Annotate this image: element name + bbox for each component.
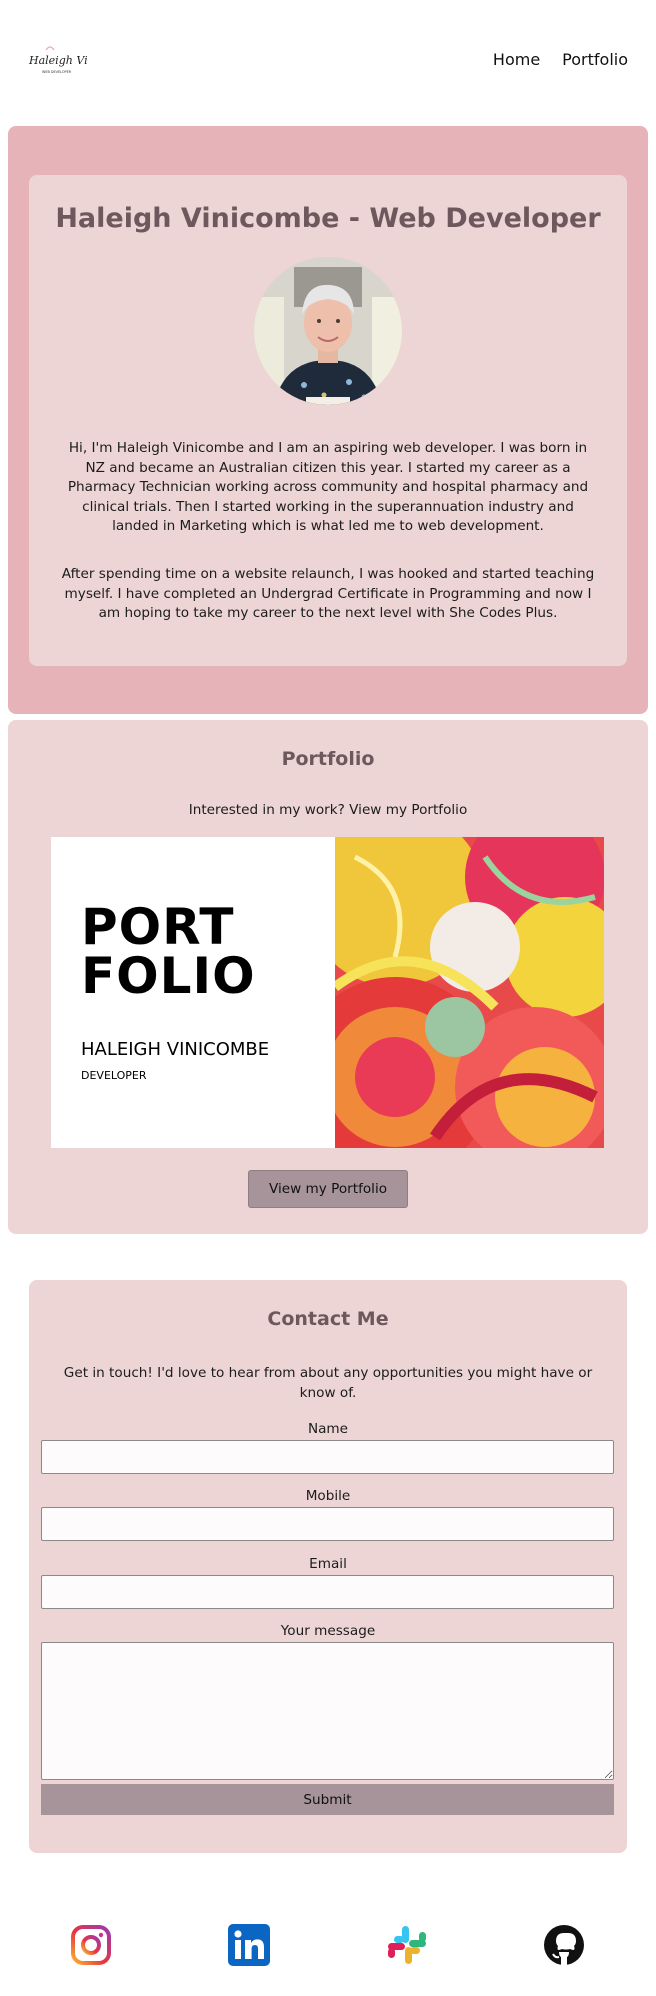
profile-photo — [254, 257, 402, 405]
portfolio-cover-image: PORT FOLIO HALEIGH VINICOMBE DEVELOPER — [51, 837, 604, 1148]
github-icon[interactable] — [543, 1924, 585, 1966]
portfolio-subtitle: Interested in my work? View my Portfolio — [188, 802, 468, 818]
contact-section: Contact Me Get in touch! I'd love to hea… — [29, 1280, 627, 1853]
logo-script: Haleigh Vinicombe — [28, 54, 88, 67]
portfolio-cover-role: DEVELOPER — [81, 1069, 147, 1082]
instagram-icon[interactable] — [70, 1924, 112, 1966]
site-logo[interactable]: Haleigh Vinicombe WEB DEVELOPER — [26, 40, 135, 80]
linkedin-icon[interactable] — [228, 1924, 270, 1966]
about-paragraph-2: After spending time on a website relaunc… — [61, 566, 595, 621]
nav-portfolio-link[interactable]: Portfolio — [562, 50, 628, 69]
name-field[interactable] — [41, 1440, 614, 1474]
slack-icon[interactable] — [386, 1924, 428, 1966]
main-nav: Home Portfolio — [493, 50, 628, 69]
abstract-painting — [335, 837, 604, 1148]
mobile-label: Mobile — [305, 1488, 351, 1504]
nav-home-link[interactable]: Home — [493, 50, 540, 69]
contact-subtitle: Get in touch! I'd love to hear from abou… — [63, 1365, 593, 1401]
portfolio-heading: Portfolio — [281, 748, 375, 770]
about-card: Haleigh Vinicombe - Web Developer Hi, I'… — [29, 175, 627, 666]
view-portfolio-button[interactable]: View my Portfolio — [248, 1170, 408, 1208]
about-paragraph-1: Hi, I'm Haleigh Vinicombe and I am an as… — [67, 440, 589, 534]
portfolio-cover-title: PORT FOLIO — [81, 898, 256, 1005]
portfolio-cover-line-1: PORT — [81, 898, 235, 956]
mobile-field[interactable] — [41, 1507, 614, 1541]
about-section: Haleigh Vinicombe - Web Developer Hi, I'… — [8, 126, 648, 714]
portfolio-cover-name: HALEIGH VINICOMBE — [81, 1039, 270, 1060]
message-label: Your message — [280, 1623, 376, 1639]
submit-button[interactable]: Submit — [41, 1784, 614, 1815]
message-field[interactable] — [41, 1642, 614, 1780]
portfolio-section: Portfolio Interested in my work? View my… — [8, 720, 648, 1234]
portfolio-cover-line-2: FOLIO — [81, 947, 256, 1005]
name-label: Name — [307, 1421, 349, 1437]
contact-heading: Contact Me — [267, 1308, 389, 1330]
logo-tagline: WEB DEVELOPER — [42, 70, 72, 74]
email-label: Email — [309, 1556, 347, 1572]
page-title: Haleigh Vinicombe - Web Developer — [55, 203, 601, 234]
email-field[interactable] — [41, 1575, 614, 1609]
site-header: Haleigh Vinicombe WEB DEVELOPER Home Por… — [0, 0, 656, 120]
